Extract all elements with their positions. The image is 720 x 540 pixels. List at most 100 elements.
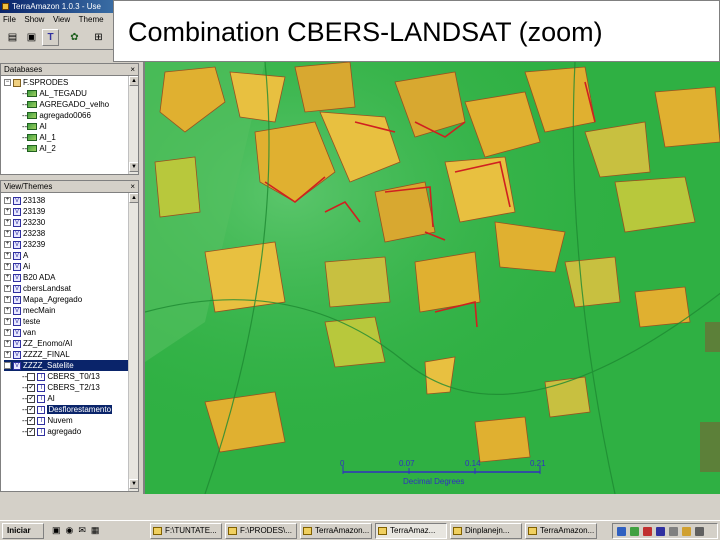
expand-icon[interactable]: + xyxy=(4,307,11,315)
menu-theme[interactable]: Theme xyxy=(79,15,104,24)
tree-view-item[interactable]: + V 23138 xyxy=(4,195,138,206)
scroll-up-icon[interactable]: ▲ xyxy=(129,193,138,203)
taskbar-window-button[interactable]: F:\PRODES\... xyxy=(225,523,297,539)
quick-launch-folder-icon[interactable]: ▣ xyxy=(52,525,66,535)
tree-view-item[interactable]: + V 23238 xyxy=(4,228,138,239)
taskbar-window-button[interactable]: F:\TUNTATE... xyxy=(150,523,222,539)
collapse-icon[interactable]: − xyxy=(4,79,11,87)
tree-view-item[interactable]: + V Ai xyxy=(4,261,138,272)
quick-launch-browser-icon[interactable]: ◉ xyxy=(66,525,79,535)
view-icon: V xyxy=(13,339,21,348)
window-title: TerraAmazon 1.0.3 - Use xyxy=(12,2,101,11)
tree-view-item[interactable]: − V ZZZZ_Satelite xyxy=(4,360,138,371)
taskbar-window-button[interactable]: TerraAmaz... xyxy=(375,523,447,539)
taskbar-window-button[interactable]: TerraAmazon... xyxy=(525,523,597,539)
expand-icon[interactable]: + xyxy=(4,241,11,249)
tree-layer-item[interactable]: -- AL_TEGADU xyxy=(4,88,138,99)
tray-network-icon[interactable] xyxy=(617,527,626,536)
close-icon[interactable]: × xyxy=(130,64,135,76)
tree-view-item[interactable]: + V B20 ADA xyxy=(4,272,138,283)
menu-view[interactable]: View xyxy=(53,15,70,24)
tray-volume-icon[interactable] xyxy=(669,527,678,536)
tray-shield-icon[interactable] xyxy=(630,527,639,536)
tree-item-label: CBERS_T0/13 xyxy=(47,372,100,381)
tree-theme-item[interactable]: --✓ Tagregado xyxy=(4,426,138,437)
tree-view-item[interactable]: + V ZZZZ_FINAL xyxy=(4,349,138,360)
taskbar-window-button[interactable]: TerraAmazon... xyxy=(300,523,372,539)
tree-theme-item[interactable]: --✓ T Desflorestamento xyxy=(4,404,138,415)
expand-icon[interactable]: + xyxy=(4,263,11,271)
tree-theme-item[interactable]: --✓ T CBERS_T2/13 xyxy=(4,382,138,393)
tree-layer-item[interactable]: -- AI xyxy=(4,121,138,132)
theme-visibility-checkbox[interactable]: ✓ xyxy=(27,427,36,436)
tree-view-item[interactable]: + V A xyxy=(4,250,138,261)
theme-visibility-checkbox[interactable]: ✓ xyxy=(27,416,36,425)
databases-scrollbar[interactable]: ▲ ▼ xyxy=(128,76,138,174)
expand-icon[interactable]: + xyxy=(4,340,11,348)
theme-visibility-checkbox[interactable]: ✓ xyxy=(27,405,36,414)
expand-icon[interactable]: + xyxy=(4,252,11,260)
tree-item-label: Nuvem xyxy=(47,416,73,425)
tree-layer-item[interactable]: -- AGREGADO_velho xyxy=(4,99,138,110)
tray-alert-icon[interactable] xyxy=(643,527,652,536)
collapse-icon[interactable]: − xyxy=(4,362,11,370)
tree-view-item[interactable]: + VcbersLandsat xyxy=(4,283,138,294)
expand-icon[interactable]: + xyxy=(4,285,11,293)
expand-icon[interactable]: + xyxy=(4,230,11,238)
quick-launch-email-icon[interactable]: ✉ xyxy=(78,525,91,535)
start-button[interactable]: Iniciar xyxy=(2,523,44,539)
tree-layer-item[interactable]: -- AI_1 xyxy=(4,132,138,143)
menu-file[interactable]: File xyxy=(3,15,16,24)
scroll-down-icon[interactable]: ▼ xyxy=(129,162,138,172)
tray-clock-icon[interactable] xyxy=(695,527,704,536)
theme-icon[interactable]: T xyxy=(42,29,59,46)
expand-icon[interactable]: + xyxy=(4,208,11,216)
expand-icon[interactable]: + xyxy=(4,197,11,205)
tree-view-item[interactable]: + V 23230 xyxy=(4,217,138,228)
taskbar-window-button[interactable]: Dinplanejn... xyxy=(450,523,522,539)
theme-visibility-checkbox[interactable] xyxy=(27,372,36,381)
database-icon[interactable]: ▤ xyxy=(4,29,21,46)
tree-database-item[interactable]: − F.SPRODES xyxy=(4,77,138,88)
views-scrollbar[interactable]: ▲ ▼ xyxy=(128,193,138,491)
satellite-map: 0 0.07 0.14 0.21 Decimal Degrees xyxy=(145,62,720,494)
menu-show[interactable]: Show xyxy=(24,15,44,24)
theme-visibility-checkbox[interactable]: ✓ xyxy=(27,394,36,403)
expand-icon[interactable]: + xyxy=(4,351,11,359)
tree-view-item[interactable]: + VmecMain xyxy=(4,305,138,316)
quick-launch[interactable]: ▣◉✉▦ xyxy=(52,525,142,537)
display-icon[interactable]: ✿ xyxy=(66,29,83,46)
scroll-down-icon[interactable]: ▼ xyxy=(129,479,138,489)
expand-icon[interactable]: + xyxy=(4,296,11,304)
tree-view-item[interactable]: + V ZZ_Enomo/AI xyxy=(4,338,138,349)
tree-view-item[interactable]: + V 23139 xyxy=(4,206,138,217)
tray-app-icon[interactable] xyxy=(682,527,691,536)
view-icon: V xyxy=(13,350,21,359)
theme-visibility-checkbox[interactable]: ✓ xyxy=(27,383,36,392)
quick-launch-desktop-icon[interactable]: ▦ xyxy=(91,525,105,535)
expand-icon[interactable]: + xyxy=(4,329,11,337)
tree-view-item[interactable]: + Vteste xyxy=(4,316,138,327)
map-canvas[interactable]: 0 0.07 0.14 0.21 Decimal Degrees xyxy=(143,62,720,494)
tree-theme-item[interactable]: --✓ T AI xyxy=(4,393,138,404)
theme-icon: T xyxy=(37,405,46,414)
expand-icon[interactable]: + xyxy=(4,219,11,227)
tree-theme-item[interactable]: -- T CBERS_T0/13 xyxy=(4,371,138,382)
tree-layer-item[interactable]: -- AI_2 xyxy=(4,143,138,154)
tree-theme-item[interactable]: --✓ T Nuvem xyxy=(4,415,138,426)
expand-icon[interactable]: + xyxy=(4,274,11,282)
tree-view-item[interactable]: + V 23239 xyxy=(4,239,138,250)
system-tray xyxy=(612,523,718,539)
scroll-up-icon[interactable]: ▲ xyxy=(129,76,138,86)
expand-icon[interactable]: + xyxy=(4,318,11,326)
window-title-bar: TerraAmazon 1.0.3 - Use xyxy=(0,0,115,13)
tree-view-item[interactable]: + Vvan xyxy=(4,327,138,338)
add-icon[interactable]: ⊞ xyxy=(90,29,107,46)
view-icon[interactable]: ▣ xyxy=(23,29,40,46)
window-icon xyxy=(303,527,312,535)
tray-mail-icon[interactable] xyxy=(656,527,665,536)
tree-layer-item[interactable]: -- agregado0066 xyxy=(4,110,138,121)
taskbar-window-label: F:\PRODES\... xyxy=(240,526,293,535)
tree-view-item[interactable]: + V Mapa_Agregado xyxy=(4,294,138,305)
close-icon[interactable]: × xyxy=(130,181,135,193)
